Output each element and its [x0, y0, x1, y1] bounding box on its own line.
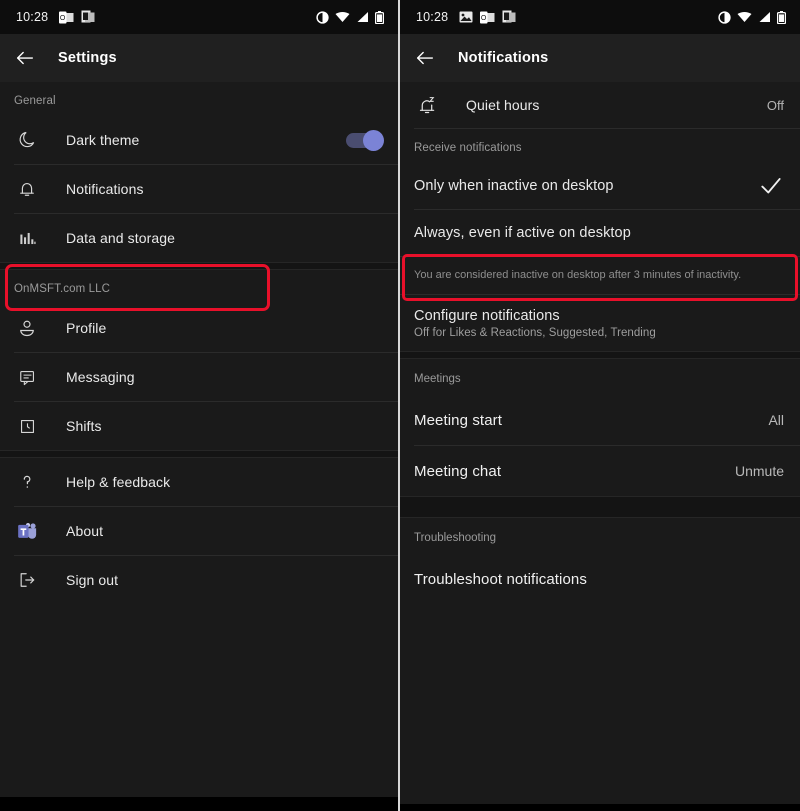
dnd-icon [316, 10, 329, 24]
bell-icon [14, 176, 40, 202]
section-header-org: OnMSFT.com LLC [14, 283, 110, 295]
sidebar-item-dark-theme[interactable]: Dark theme [0, 116, 398, 164]
inactivity-helper-text: You are considered inactive on desktop a… [414, 269, 742, 281]
quiet-hours-value: Off [766, 97, 784, 113]
outlook-icon: O [480, 11, 495, 23]
wifi-icon [737, 12, 752, 22]
sidebar-item-label: Dark theme [66, 132, 140, 148]
bell-z-icon [414, 92, 440, 118]
sidebar-item-shifts[interactable]: Shifts [0, 402, 398, 450]
dnd-icon [718, 10, 731, 24]
option-label: Only when inactive on desktop [414, 178, 614, 194]
status-system-icons [718, 10, 786, 24]
status-system-icons [316, 10, 384, 24]
page-title: Settings [58, 50, 117, 66]
section-separator [400, 496, 800, 519]
list-item-label: Meeting chat [414, 462, 502, 480]
chart-bars-icon [14, 225, 40, 251]
section-separator [400, 351, 800, 360]
list-item-troubleshoot-notifications[interactable]: Troubleshoot notifications [400, 554, 800, 604]
sidebar-item-label: Profile [66, 320, 107, 336]
section-header-receive-notifications: Receive notifications [414, 142, 522, 154]
sidebar-item-label: Shifts [66, 418, 102, 434]
notifications-screen: 10:28 O Notifications Quiet hours Off Re… [400, 0, 800, 811]
configure-notifications-sub: Off for Likes & Reactions, Suggested, Tr… [414, 326, 656, 339]
status-time: 10:28 [416, 10, 449, 24]
status-bar-right: 10:28 O [400, 0, 800, 34]
sidebar-item-label: Sign out [66, 572, 119, 588]
section-header-troubleshooting: Troubleshooting [414, 532, 497, 545]
moon-icon [14, 127, 40, 153]
sidebar-item-data-and-storage[interactable]: Data and storage [0, 214, 398, 262]
list-item-configure-notifications[interactable]: Configure notifications Off for Likes & … [400, 295, 800, 351]
app-switcher-icon [502, 10, 516, 23]
meeting-start-value: All [768, 412, 784, 429]
option-always-even-if-active[interactable]: Always, even if active on desktop [400, 210, 800, 256]
battery-icon [375, 10, 384, 24]
signal-icon [357, 12, 368, 22]
image-icon [459, 11, 473, 23]
toggle-knob [363, 129, 384, 151]
sidebar-item-messaging[interactable]: Messaging [0, 353, 398, 401]
status-bar-left: 10:28 O [0, 0, 398, 34]
sign-out-icon [14, 567, 40, 593]
notifications-list: Quiet hours Off Receive notifications On… [400, 82, 800, 805]
sidebar-item-label: Notifications [66, 181, 144, 197]
clock-icon [14, 413, 40, 439]
sidebar-item-about[interactable]: About [0, 507, 398, 555]
empty-space [400, 604, 800, 805]
battery-icon [777, 10, 786, 24]
sidebar-item-profile[interactable]: Profile [0, 304, 398, 352]
sidebar-item-help-feedback[interactable]: Help & feedback [0, 458, 398, 506]
check-icon [761, 178, 781, 194]
app-switcher-icon [81, 10, 95, 23]
configure-notifications-text: Configure notifications Off for Likes & … [414, 308, 656, 339]
option-label: Always, even if active on desktop [414, 225, 631, 241]
sidebar-item-label: Messaging [66, 369, 135, 385]
settings-list: General Dark theme Notifications Data an… [0, 82, 398, 797]
section-header-general: General [14, 95, 56, 107]
nav-bar-left [0, 797, 398, 811]
status-notification-icons: O [59, 10, 95, 24]
wifi-icon [335, 12, 350, 22]
question-icon [14, 469, 40, 495]
teams-logo-icon [14, 518, 40, 544]
outlook-icon: O [59, 11, 74, 23]
status-notification-icons: O [459, 10, 516, 24]
list-item-label: Meeting start [414, 411, 503, 429]
back-arrow-icon[interactable] [414, 47, 436, 69]
message-icon [14, 364, 40, 390]
app-bar-right: Notifications [400, 34, 800, 82]
section-separator [0, 262, 398, 270]
configure-notifications-label: Configure notifications [414, 307, 560, 324]
list-item-label: Quiet hours [466, 97, 540, 113]
dark-theme-toggle[interactable] [346, 129, 384, 151]
meeting-chat-value: Unmute [734, 463, 784, 480]
list-item-label: Troubleshoot notifications [414, 570, 587, 588]
section-header-meetings: Meetings [414, 373, 461, 386]
sidebar-item-label: Help & feedback [66, 474, 171, 490]
settings-screen: 10:28 O Settings General Dark theme Noti… [0, 0, 398, 811]
sidebar-item-label: About [66, 523, 104, 539]
list-item-meeting-chat[interactable]: Meeting chat Unmute [400, 446, 800, 496]
section-separator [0, 450, 398, 458]
status-time: 10:28 [16, 10, 49, 24]
sidebar-item-notifications[interactable]: Notifications [0, 165, 398, 213]
dual-screenshot-container: 10:28 O Settings General Dark theme Noti… [0, 0, 800, 811]
person-icon [14, 315, 40, 341]
app-bar-left: Settings [0, 34, 398, 82]
sidebar-item-sign-out[interactable]: Sign out [0, 556, 398, 604]
svg-text:O: O [481, 15, 487, 22]
back-arrow-icon[interactable] [14, 47, 36, 69]
page-title: Notifications [458, 50, 549, 66]
list-item-meeting-start[interactable]: Meeting start All [400, 395, 800, 445]
signal-icon [759, 12, 770, 22]
list-item-quiet-hours[interactable]: Quiet hours Off [400, 82, 800, 128]
svg-text:O: O [60, 15, 66, 22]
option-only-when-inactive[interactable]: Only when inactive on desktop [400, 163, 800, 209]
sidebar-item-label: Data and storage [66, 230, 176, 246]
nav-bar-right [400, 804, 800, 811]
